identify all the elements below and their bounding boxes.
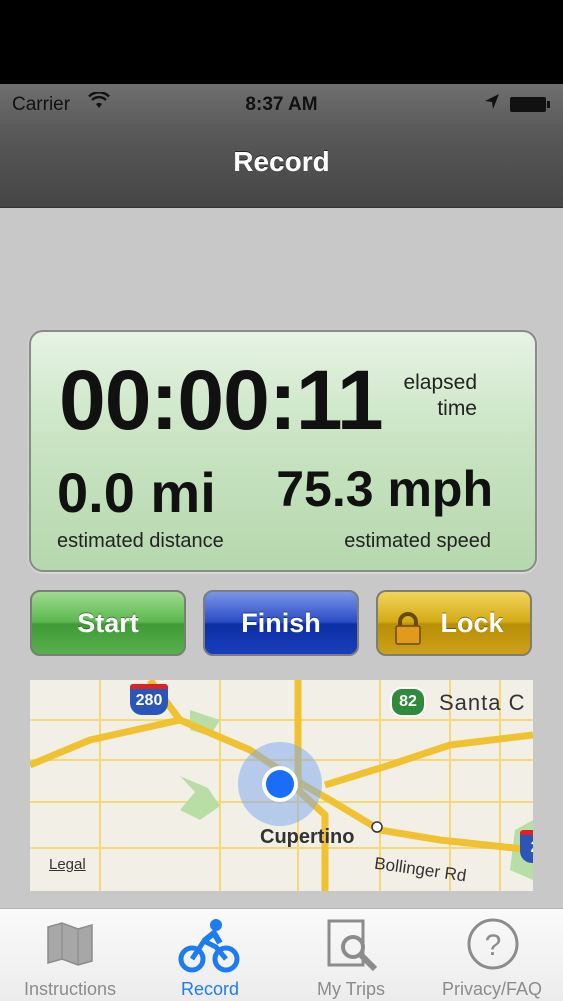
tab-label-privacy-faq: Privacy/FAQ — [441, 979, 543, 999]
map-legal-link[interactable]: Legal — [49, 856, 86, 873]
distance-value: 0.0 mi — [57, 461, 216, 524]
elapsed-time-value: 00:00:11 — [59, 353, 384, 447]
speed-value: 75.3 mph — [276, 461, 493, 517]
elapsed-time-label: elapsed time — [367, 370, 477, 422]
distance-label: estimated distance — [57, 530, 224, 552]
lock-button[interactable]: Lock — [376, 590, 532, 656]
tab-my-trips[interactable]: My Trips — [281, 909, 421, 1001]
lock-button-label: Lock — [440, 608, 504, 638]
status-bar: Carrier 8:37 AM — [0, 84, 563, 124]
route-82-shield: 82 — [390, 687, 426, 717]
stats-panel: 00:00:11 elapsed time 0.0 mi 75.3 mph es… — [29, 330, 537, 572]
elapsed-label-line1: elapsed — [403, 371, 477, 394]
page-title: Record — [233, 146, 330, 177]
tab-record[interactable]: Record — [140, 909, 280, 1001]
tab-instructions[interactable]: Instructions — [0, 909, 140, 1001]
map-label-cupertino: Cupertino — [260, 826, 355, 848]
tab-privacy-faq[interactable]: ? Privacy/FAQ — [422, 909, 562, 1001]
status-time: 8:37 AM — [245, 94, 318, 115]
interstate-280-shield: 280 — [130, 684, 168, 715]
speed-label: estimated speed — [344, 530, 491, 552]
bicycle-icon — [178, 917, 240, 980]
map-icon — [44, 917, 96, 974]
battery-icon — [510, 97, 550, 112]
interstate-shield: 2 — [520, 830, 533, 863]
question-icon: ? — [466, 917, 520, 976]
svg-text:?: ? — [485, 929, 502, 962]
record-screen: 00:00:11 elapsed time 0.0 mi 75.3 mph es… — [0, 208, 563, 908]
elapsed-label-line2: time — [437, 397, 477, 420]
padlock-icon — [394, 606, 422, 668]
start-button[interactable]: Start — [30, 590, 186, 656]
tab-label-instructions: Instructions — [23, 979, 117, 999]
map-label-santa: Santa C — [439, 690, 526, 715]
tab-bar: Instructions Record My Trips ? Privacy/F… — [0, 908, 563, 1001]
tab-label-record: Record — [180, 979, 240, 999]
map-view[interactable]: 280 82 2 Santa C Cupertino Bollinger Rd … — [30, 680, 533, 891]
navigation-bar: Record — [0, 124, 563, 208]
magnify-list-icon — [325, 917, 383, 978]
finish-button[interactable]: Finish — [203, 590, 359, 656]
location-arrow-icon — [484, 93, 500, 117]
tab-label-my-trips: My Trips — [316, 979, 385, 999]
